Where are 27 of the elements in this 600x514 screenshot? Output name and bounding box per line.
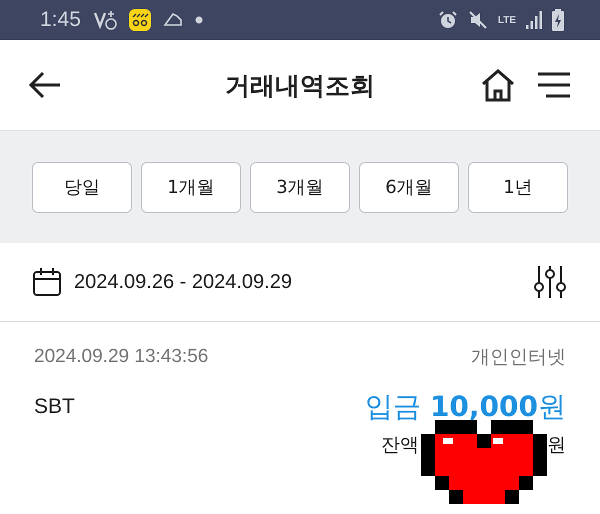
deposit-amount: 입금 10,000원	[365, 389, 566, 425]
status-time: 1:45	[40, 8, 81, 32]
period-button[interactable]: 6개월	[359, 162, 459, 212]
balance-unit: 원	[547, 433, 566, 458]
period-button[interactable]: 1년	[468, 162, 568, 212]
signal-icon	[526, 11, 542, 29]
page-title: 거래내역조회	[225, 70, 375, 102]
dot-icon	[194, 16, 203, 24]
period-button[interactable]: 당일	[32, 162, 132, 212]
transaction-datetime: 2024.09.29 13:43:56	[34, 346, 208, 368]
back-arrow-icon[interactable]	[28, 71, 62, 99]
period-button[interactable]: 3개월	[250, 162, 350, 212]
transaction-name: SBT	[34, 395, 75, 419]
transaction-channel: 개인인터넷	[471, 346, 566, 370]
app-notification-icon	[128, 9, 151, 31]
alarm-icon	[438, 10, 458, 30]
period-button[interactable]: 1개월	[141, 162, 241, 212]
date-range: 2024.09.26 - 2024.09.29	[74, 270, 292, 294]
volte-icon	[92, 10, 117, 30]
network-type: LTE	[498, 14, 516, 26]
home-icon[interactable]	[480, 68, 516, 102]
battery-icon	[552, 9, 564, 31]
filter-sliders-icon[interactable]	[534, 265, 566, 299]
mute-icon	[468, 10, 488, 30]
balance-label: 잔액	[381, 433, 419, 458]
menu-icon[interactable]	[538, 72, 570, 98]
calendar-icon[interactable]	[32, 267, 62, 297]
